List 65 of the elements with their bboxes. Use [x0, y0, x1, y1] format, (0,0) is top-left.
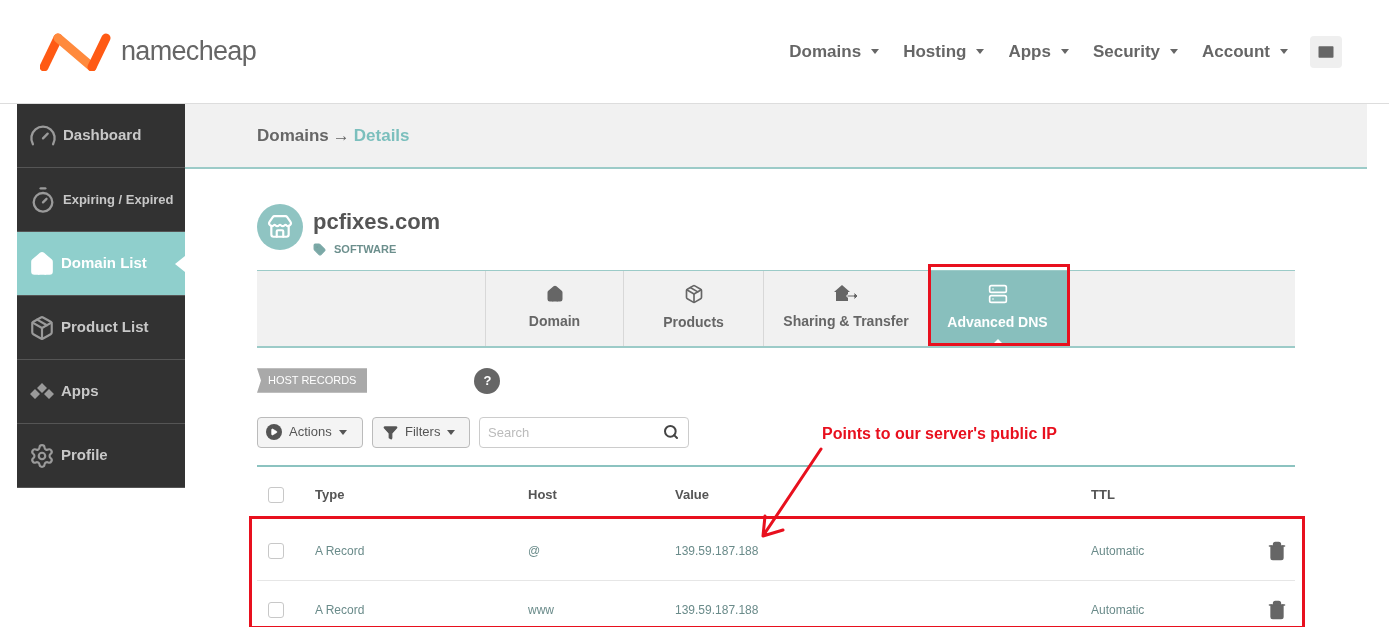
column-header: Value	[675, 485, 710, 504]
nav-menu[interactable]: Account	[1202, 38, 1288, 65]
store-icon	[257, 204, 303, 250]
logo-icon	[40, 32, 112, 71]
table-cell-text: 139.59.187.188	[675, 601, 760, 619]
box-icon	[683, 283, 704, 304]
sidebar-item[interactable]: Profile	[17, 424, 185, 488]
house-arrow-icon	[834, 284, 858, 303]
filters-button[interactable]: Filters	[372, 416, 470, 448]
table-cell-text: A Record	[315, 543, 366, 560]
search-icon	[663, 423, 679, 440]
annotation-text: Points to our server's public IP	[822, 424, 1057, 444]
tab[interactable]: Domain	[485, 270, 623, 346]
column-header: Type	[315, 485, 346, 504]
nav-menu[interactable]: Domains	[789, 38, 880, 65]
breadcrumb-link[interactable]: Domains	[257, 122, 329, 149]
caret-icon	[871, 49, 880, 54]
checkbox[interactable]	[268, 601, 284, 618]
selection-notch	[175, 256, 185, 272]
mail-button[interactable]	[1310, 35, 1342, 68]
filter-icon	[383, 424, 398, 440]
delete-button[interactable]	[1267, 541, 1287, 561]
breadcrumb-separator: →	[332, 124, 350, 147]
delete-button[interactable]	[1267, 599, 1287, 620]
sidebar-item[interactable]: Apps	[17, 360, 185, 424]
caret-icon	[338, 429, 347, 435]
caret-icon	[447, 429, 456, 435]
category-label: SOFTWARE	[334, 242, 397, 257]
table-cell-text: Automatic	[1091, 543, 1146, 560]
table-cell-text: 139.59.187.188	[675, 543, 760, 560]
box-icon	[29, 314, 55, 341]
diamonds-icon	[29, 382, 55, 401]
caret-icon	[1170, 49, 1178, 54]
caret-icon	[1060, 49, 1069, 54]
server-icon	[987, 283, 1008, 304]
trash-icon	[1267, 541, 1287, 561]
checkbox[interactable]	[268, 486, 284, 503]
tab[interactable]: Sharing & Transfer	[763, 270, 928, 346]
breadcrumb-current: Details	[353, 124, 410, 147]
table-cell-text: www	[528, 601, 555, 619]
column-header: Host	[528, 485, 558, 504]
nav-menu[interactable]: Apps	[1008, 38, 1069, 65]
play-icon	[270, 428, 278, 436]
logo-text: namecheap	[121, 35, 257, 69]
house-icon	[545, 284, 564, 303]
search-field[interactable]: Search	[479, 416, 689, 448]
nav-menu[interactable]: Security	[1092, 38, 1178, 65]
caret-icon	[1280, 49, 1288, 54]
house-icon	[29, 250, 55, 277]
table-cell-text: @	[528, 543, 542, 560]
actions-button[interactable]: Actions	[257, 416, 363, 448]
trash-icon	[1267, 599, 1287, 620]
gear-icon	[29, 442, 55, 469]
domain-name: pcfixes.com	[313, 209, 441, 235]
table-cell-text: Automatic	[1091, 601, 1146, 619]
section-label: HOST RECORDS	[257, 368, 368, 393]
table-cell-text: A Record	[315, 601, 366, 619]
help-button[interactable]: ?	[474, 367, 501, 394]
caret-icon	[976, 49, 985, 54]
sidebar-item[interactable]: Product List	[17, 296, 185, 360]
checkbox[interactable]	[268, 543, 284, 559]
tab[interactable]: Products	[623, 270, 763, 346]
nav-menu[interactable]: Hosting	[903, 38, 985, 65]
tag-icon	[313, 242, 326, 256]
column-header: TTL	[1091, 485, 1116, 504]
